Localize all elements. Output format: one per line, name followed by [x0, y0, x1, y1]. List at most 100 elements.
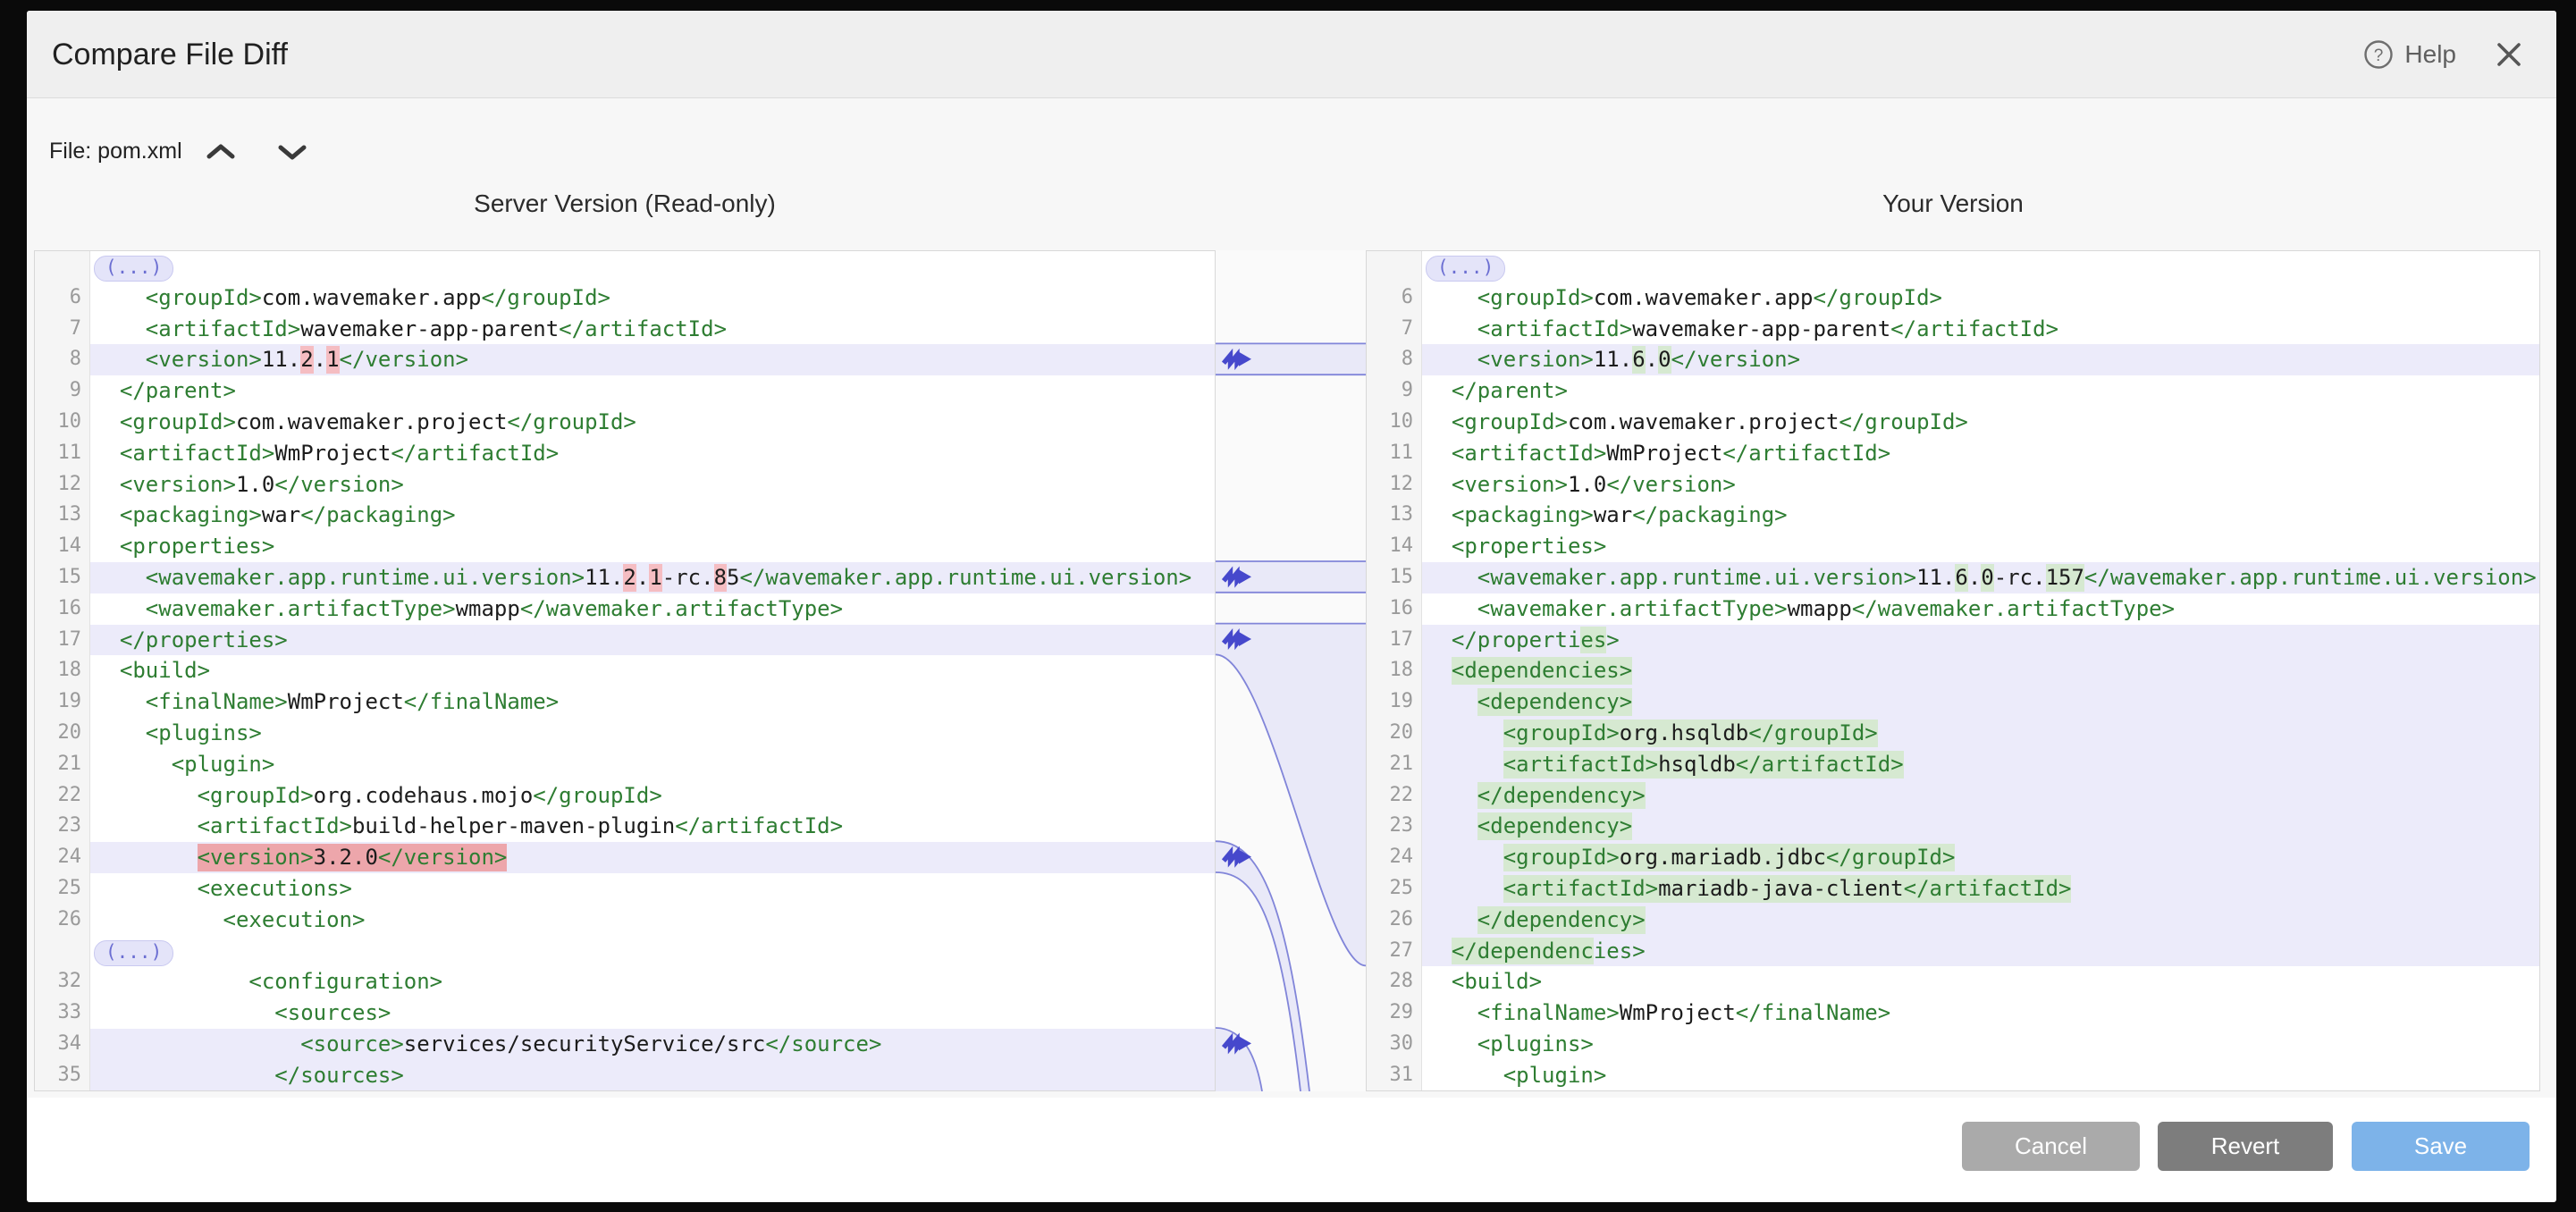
- line-number: 35: [35, 1060, 90, 1091]
- code-line: 23 <artifactId>build-helper-maven-plugin…: [35, 811, 1215, 842]
- code-text: <artifactId>mariadb-java-client</artifac…: [1422, 873, 2539, 905]
- line-number: 7: [1367, 314, 1422, 345]
- line-number: 30: [1367, 1029, 1422, 1060]
- line-number: 29: [1367, 997, 1422, 1029]
- server-version-pane[interactable]: (...)6 <groupId>com.wavemaker.app</group…: [34, 250, 1216, 1091]
- code-text: <dependency>: [1422, 686, 2539, 718]
- help-icon: ?: [2363, 39, 2394, 70]
- cancel-button[interactable]: Cancel: [1962, 1122, 2140, 1171]
- code-line: 10 <groupId>com.wavemaker.project</group…: [35, 407, 1215, 438]
- compare-file-diff-dialog: Compare File Diff ? Help File: pom.xml: [27, 11, 2556, 1202]
- code-line: 15 <wavemaker.app.runtime.ui.version>11.…: [35, 562, 1215, 593]
- code-text: <artifactId>hsqldb</artifactId>: [1422, 749, 2539, 780]
- code-text: </parent>: [90, 375, 1215, 407]
- code-text: <artifactId>wavemaker-app-parent</artifa…: [90, 314, 1215, 345]
- code-line: 10 <groupId>com.wavemaker.project</group…: [1367, 407, 2539, 438]
- code-text: <version>1.0</version>: [1422, 469, 2539, 501]
- code-text: <groupId>org.hsqldb</groupId>: [1422, 718, 2539, 749]
- line-number: 15: [1367, 562, 1422, 593]
- code-text: <source>services/securityService/src</so…: [90, 1029, 1215, 1060]
- code-line: (...): [1367, 251, 2539, 282]
- code-line: 18 <dependencies>: [1367, 655, 2539, 686]
- code-text: <dependency>: [1422, 811, 2539, 842]
- your-version-pane[interactable]: (...)6 <groupId>com.wavemaker.app</group…: [1366, 250, 2540, 1091]
- your-version-header: Your Version: [1366, 188, 2540, 220]
- line-number: 21: [35, 749, 90, 780]
- line-number: 13: [35, 500, 90, 531]
- previous-diff-button[interactable]: [206, 143, 236, 165]
- code-line: 8 <version>11.2.1</version>: [35, 344, 1215, 375]
- code-line: 22 </dependency>: [1367, 780, 2539, 812]
- code-text: <executions>: [90, 873, 1215, 905]
- code-text: </sources>: [90, 1060, 1215, 1091]
- save-button[interactable]: Save: [2352, 1122, 2530, 1171]
- code-line: 20 <groupId>org.hsqldb</groupId>: [1367, 718, 2539, 749]
- code-line: 13 <packaging>war</packaging>: [35, 500, 1215, 531]
- code-text: <wavemaker.artifactType>wmapp</wavemaker…: [90, 593, 1215, 625]
- collapsed-region-pill[interactable]: (...): [1426, 256, 1505, 282]
- code-line: 30 <plugins>: [1367, 1029, 2539, 1060]
- next-diff-button[interactable]: [277, 143, 307, 165]
- code-line: 33 <sources>: [35, 997, 1215, 1029]
- line-number: 11: [35, 438, 90, 469]
- code-text: <build>: [90, 655, 1215, 686]
- help-label: Help: [2404, 40, 2456, 69]
- line-number: 6: [1367, 282, 1422, 314]
- code-line: 24 <groupId>org.mariadb.jdbc</groupId>: [1367, 842, 2539, 873]
- code-line: (...): [35, 936, 1215, 967]
- code-line: 23 <dependency>: [1367, 811, 2539, 842]
- code-text: <artifactId>WmProject</artifactId>: [90, 438, 1215, 469]
- line-number: 19: [1367, 686, 1422, 718]
- code-line: 25 <artifactId>mariadb-java-client</arti…: [1367, 873, 2539, 905]
- dialog-title: Compare File Diff: [52, 11, 288, 98]
- code-text: <artifactId>build-helper-maven-plugin</a…: [90, 811, 1215, 842]
- code-line: 19 <dependency>: [1367, 686, 2539, 718]
- line-number: 8: [1367, 344, 1422, 375]
- line-number: 23: [35, 811, 90, 842]
- diff-band-line17: [1216, 624, 1366, 966]
- line-number: 9: [1367, 375, 1422, 407]
- code-line: 9 </parent>: [35, 375, 1215, 407]
- line-number: 19: [35, 686, 90, 718]
- svg-text:?: ?: [2374, 46, 2384, 65]
- code-line: 21 <artifactId>hsqldb</artifactId>: [1367, 749, 2539, 780]
- code-text: <wavemaker.app.runtime.ui.version>11.2.1…: [90, 562, 1215, 593]
- collapsed-region-pill[interactable]: (...): [94, 940, 173, 966]
- code-line: 17 </properties>: [35, 625, 1215, 656]
- code-text: <plugins>: [90, 718, 1215, 749]
- code-text: <sources>: [90, 997, 1215, 1029]
- code-text: <plugin>: [1422, 1060, 2539, 1091]
- line-number: 13: [1367, 500, 1422, 531]
- line-number: 17: [35, 625, 90, 656]
- code-line: 7 <artifactId>wavemaker-app-parent</arti…: [35, 314, 1215, 345]
- code-line: 21 <plugin>: [35, 749, 1215, 780]
- code-text: <configuration>: [90, 966, 1215, 997]
- code-text: <execution>: [90, 905, 1215, 936]
- help-button[interactable]: ? Help: [2363, 39, 2456, 70]
- code-text: <version>1.0</version>: [90, 469, 1215, 501]
- line-number: 8: [35, 344, 90, 375]
- line-number: 18: [35, 655, 90, 686]
- line-number: 34: [35, 1029, 90, 1060]
- code-line: 16 <wavemaker.artifactType>wmapp</wavema…: [35, 593, 1215, 625]
- code-text: <properties>: [90, 531, 1215, 562]
- code-text: <version>11.6.0</version>: [1422, 344, 2539, 375]
- code-text: <groupId>com.wavemaker.project</groupId>: [1422, 407, 2539, 438]
- line-number: 10: [35, 407, 90, 438]
- file-name-label: File: pom.xml: [49, 139, 182, 164]
- code-line: 35 </sources>: [35, 1060, 1215, 1091]
- line-number: 11: [1367, 438, 1422, 469]
- code-text: <build>: [1422, 966, 2539, 997]
- code-text: <plugins>: [1422, 1029, 2539, 1060]
- code-text: <version>11.2.1</version>: [90, 344, 1215, 375]
- line-number: 16: [1367, 593, 1422, 625]
- revert-button[interactable]: Revert: [2158, 1122, 2333, 1171]
- line-number: [35, 251, 90, 282]
- close-icon[interactable]: [2496, 41, 2522, 68]
- collapsed-region-pill[interactable]: (...): [94, 256, 173, 282]
- code-line: 6 <groupId>com.wavemaker.app</groupId>: [1367, 282, 2539, 314]
- line-number: 25: [1367, 873, 1422, 905]
- code-line: 20 <plugins>: [35, 718, 1215, 749]
- code-text: <packaging>war</packaging>: [1422, 500, 2539, 531]
- code-line: (...): [35, 251, 1215, 282]
